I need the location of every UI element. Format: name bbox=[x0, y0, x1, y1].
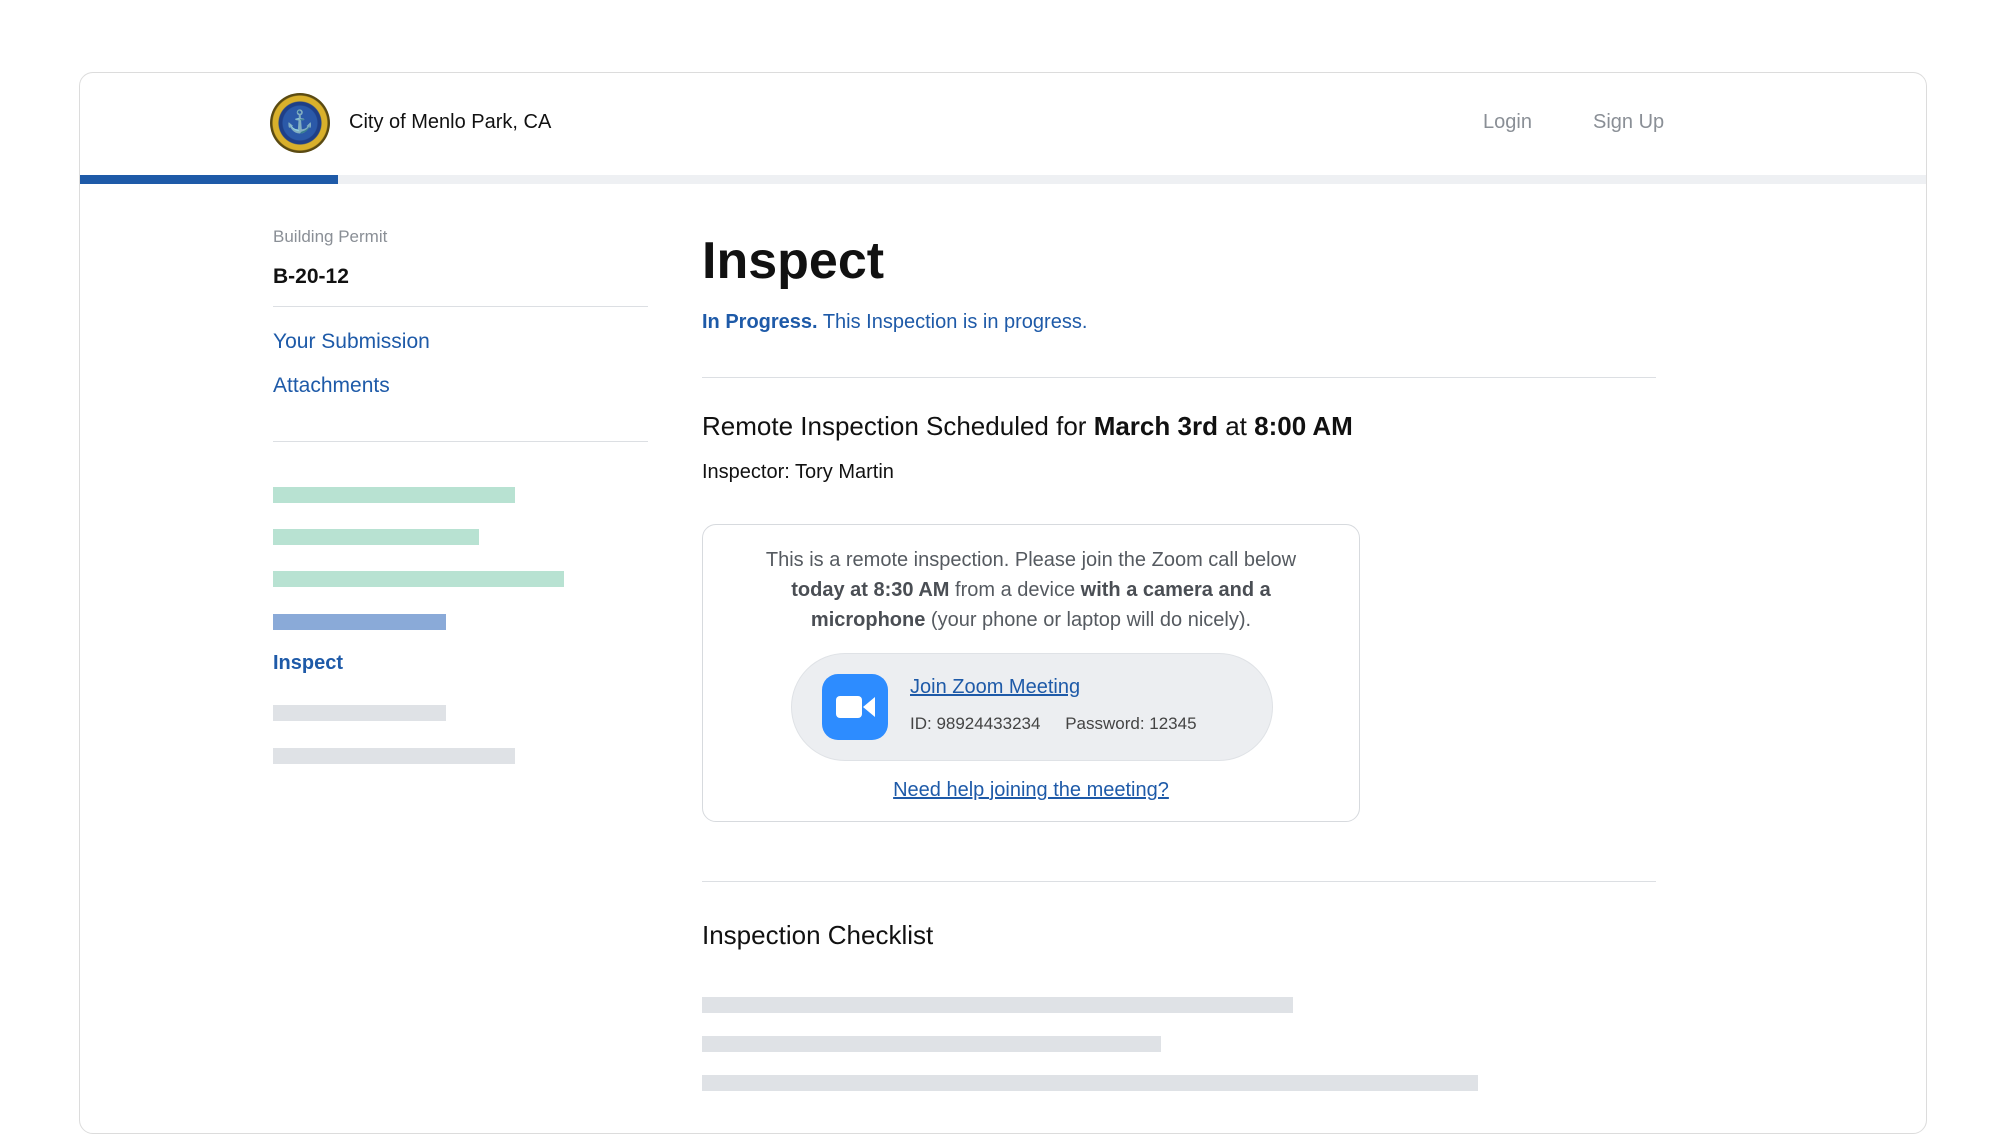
city-name: City of Menlo Park, CA bbox=[349, 111, 552, 133]
step-placeholder-pending bbox=[273, 748, 515, 764]
join-zoom-link[interactable]: Join Zoom Meeting bbox=[910, 676, 1080, 699]
zoom-help-link[interactable]: Need help joining the meeting? bbox=[703, 779, 1359, 802]
zoom-instructions: This is a remote inspection. Please join… bbox=[743, 545, 1319, 635]
meeting-id: ID: 98924433234 bbox=[910, 714, 1041, 733]
step-placeholder-current[interactable] bbox=[273, 614, 446, 630]
schedule-date: March 3rd bbox=[1093, 411, 1218, 441]
progress-track bbox=[80, 175, 1926, 184]
checklist-item-placeholder bbox=[702, 997, 1293, 1013]
schedule-connector: at bbox=[1225, 411, 1247, 441]
inspector-name: Inspector: Tory Martin bbox=[702, 461, 894, 483]
step-placeholder-complete[interactable] bbox=[273, 571, 564, 587]
schedule-heading: Remote Inspection Scheduled for March 3r… bbox=[702, 411, 1353, 442]
section-divider bbox=[702, 377, 1656, 378]
sidebar-step-inspect[interactable]: Inspect bbox=[273, 652, 343, 675]
zoom-text-1: This is a remote inspection. Please join… bbox=[765, 549, 1297, 571]
zoom-text-2: from a device bbox=[955, 579, 1076, 601]
step-placeholder-complete[interactable] bbox=[273, 487, 515, 503]
checklist-heading: Inspection Checklist bbox=[702, 920, 934, 950]
schedule-time: 8:00 AM bbox=[1254, 411, 1353, 441]
status-text: This Inspection is in progress. bbox=[822, 311, 1088, 333]
sidebar-link-your-submission[interactable]: Your Submission bbox=[273, 330, 430, 354]
step-placeholder-complete[interactable] bbox=[273, 529, 479, 545]
checklist-item-placeholder bbox=[702, 1075, 1478, 1091]
zoom-text-3: (your phone or laptop will do nicely). bbox=[930, 609, 1252, 631]
progress-fill bbox=[80, 175, 339, 184]
page-title: Inspect bbox=[702, 232, 885, 290]
app-window: ⚓ City of Menlo Park, CA Login Sign Up B… bbox=[79, 72, 1927, 1134]
status-badge: In Progress. bbox=[702, 311, 818, 333]
status-line: In Progress. This Inspection is in progr… bbox=[702, 311, 1087, 334]
step-placeholder-pending bbox=[273, 705, 446, 721]
meeting-password: Password: 12345 bbox=[1065, 714, 1197, 733]
section-divider bbox=[702, 881, 1656, 882]
login-link[interactable]: Login bbox=[1483, 111, 1532, 134]
sidebar-link-attachments[interactable]: Attachments bbox=[273, 374, 390, 398]
sidebar-divider bbox=[273, 306, 648, 307]
zoom-meeting-card: This is a remote inspection. Please join… bbox=[702, 524, 1360, 822]
schedule-prefix: Remote Inspection Scheduled for bbox=[702, 411, 1087, 441]
signup-link[interactable]: Sign Up bbox=[1593, 111, 1664, 134]
seal-emblem-icon: ⚓ bbox=[286, 110, 314, 135]
sidebar-divider bbox=[273, 441, 648, 442]
permit-id: B-20-12 bbox=[273, 265, 349, 288]
checklist-item-placeholder bbox=[702, 1036, 1161, 1052]
permit-type-label: Building Permit bbox=[273, 227, 388, 246]
zoom-meeting-meta: ID: 98924433234 Password: 12345 bbox=[910, 714, 1197, 734]
zoom-text-bold-1: today at 8:30 AM bbox=[791, 579, 950, 601]
city-seal-logo: ⚓ bbox=[270, 93, 330, 153]
zoom-join-pill: Join Zoom Meeting ID: 98924433234 Passwo… bbox=[791, 653, 1273, 761]
zoom-camera-icon[interactable] bbox=[822, 674, 888, 740]
